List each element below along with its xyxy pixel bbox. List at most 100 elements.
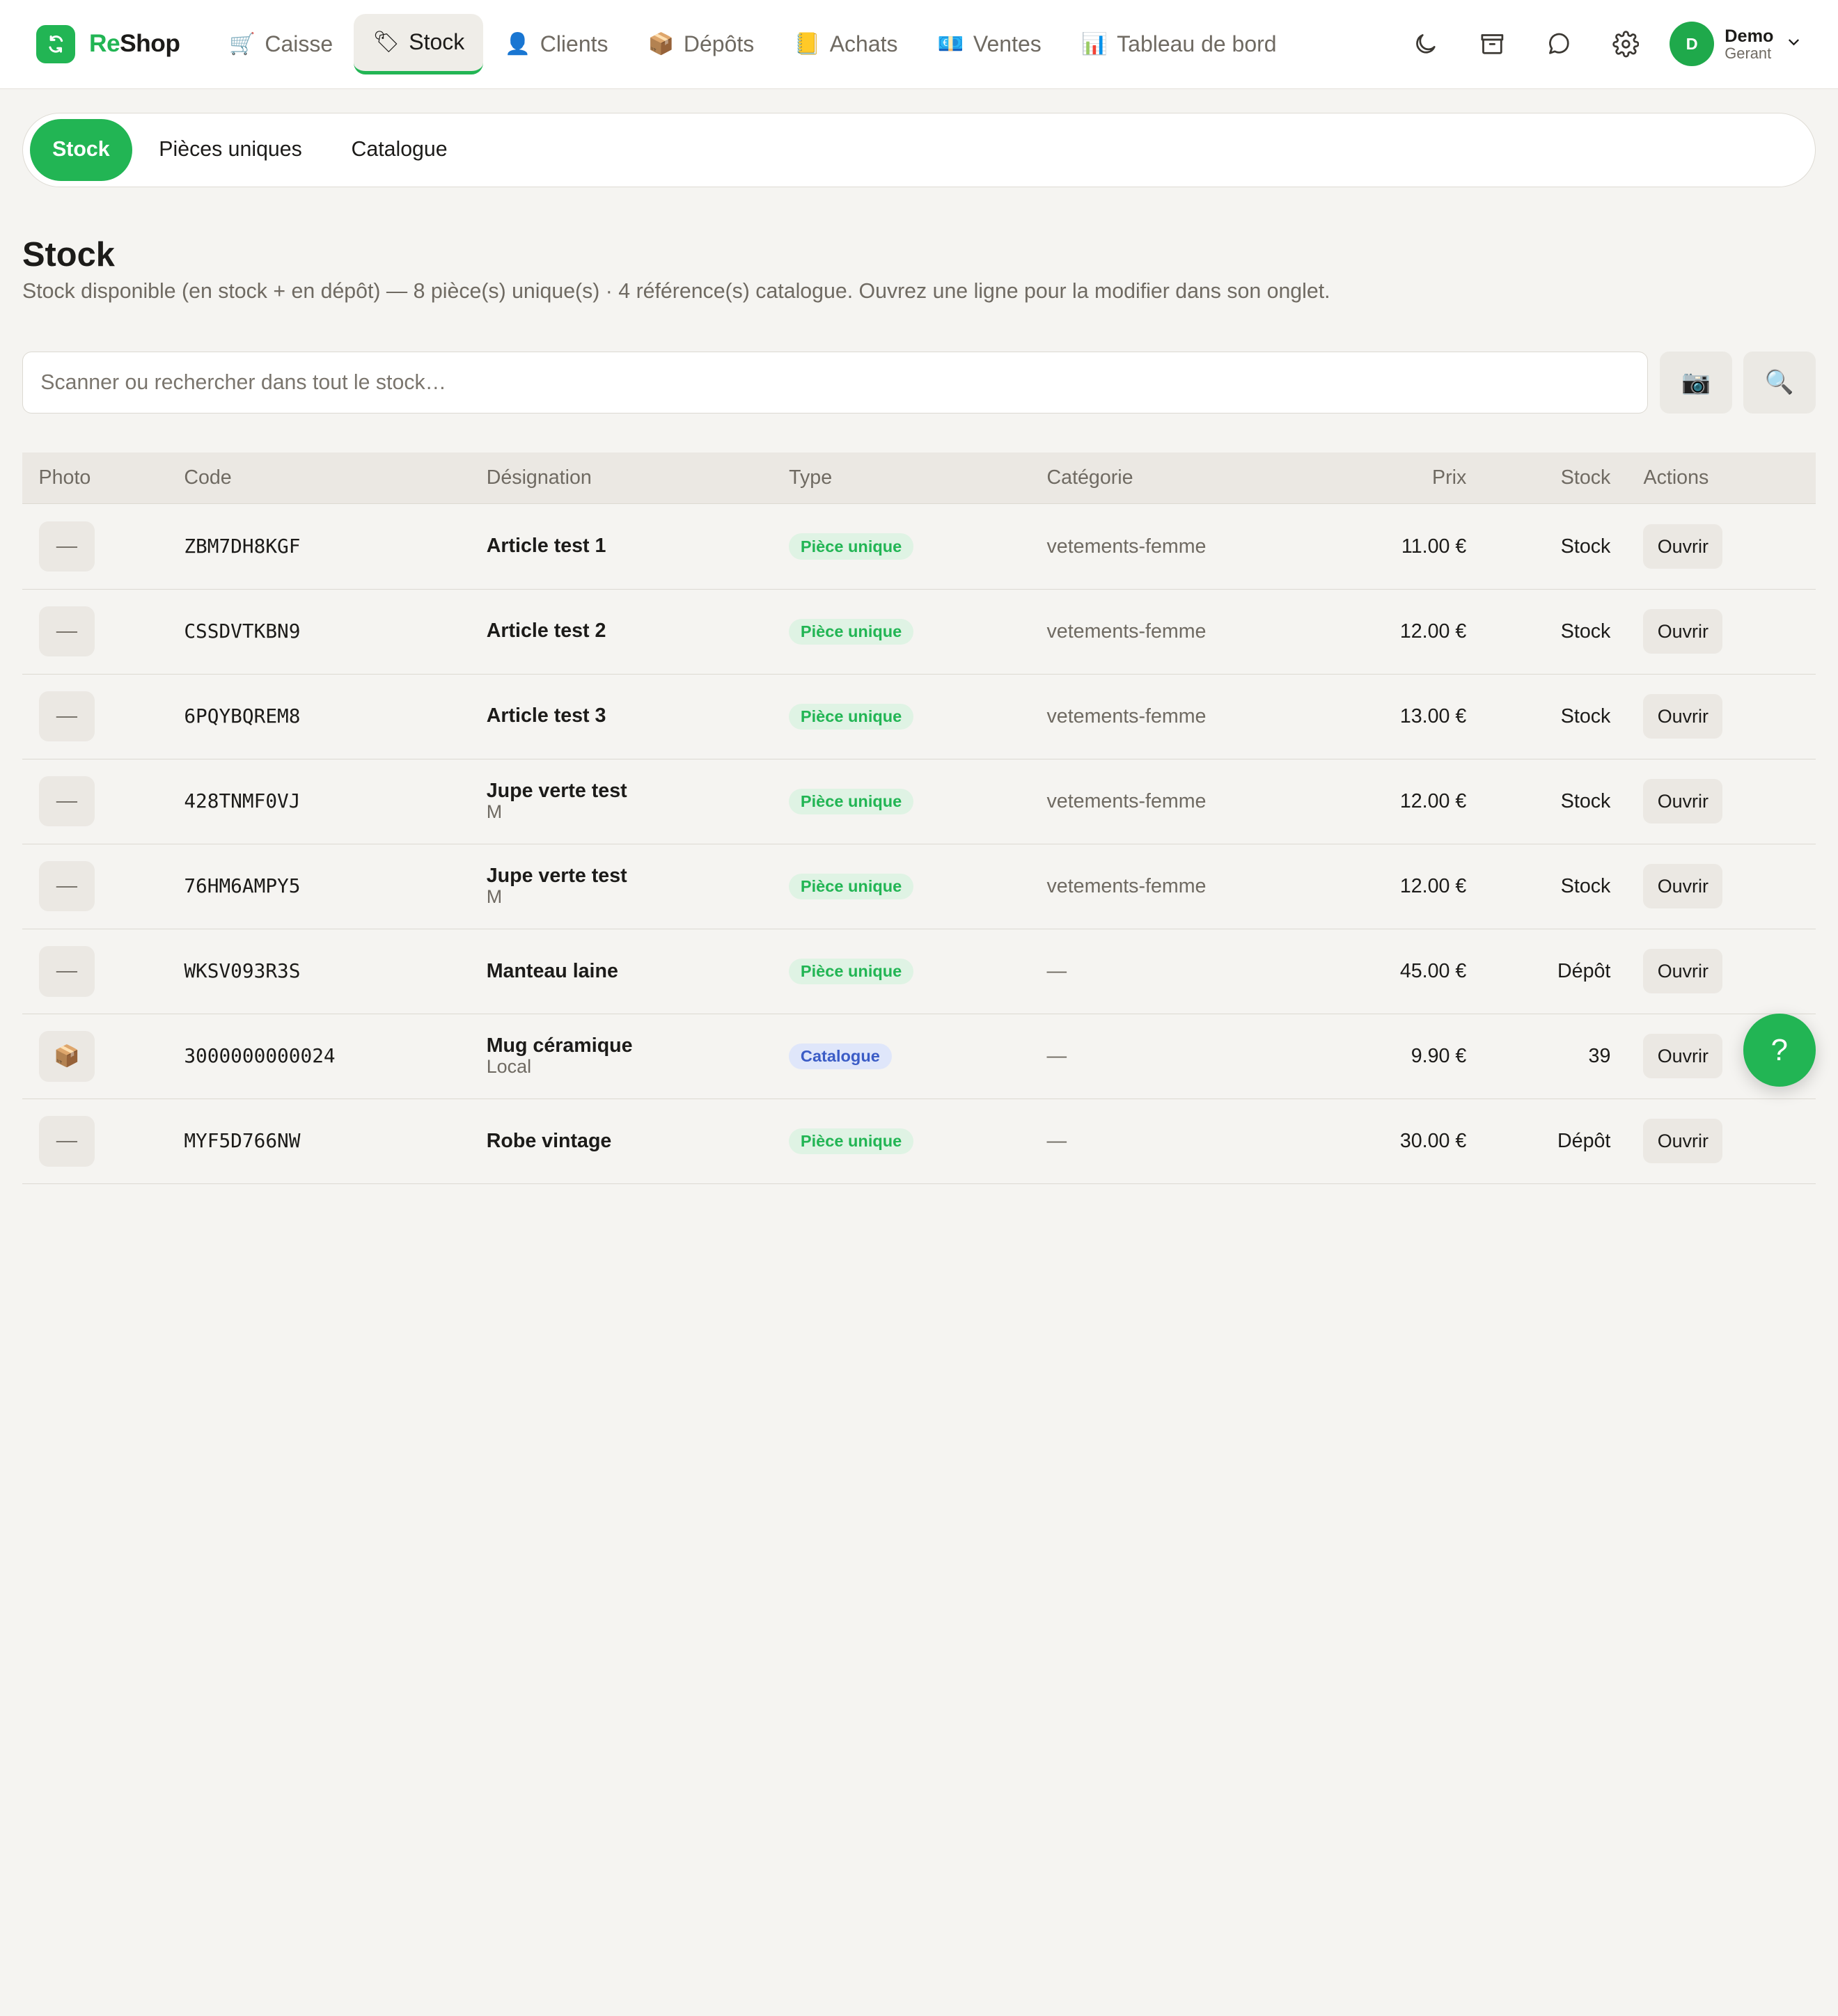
col-designation: Désignation (470, 452, 773, 505)
dark-mode-toggle[interactable] (1402, 22, 1448, 68)
designation-cell: Jupe verte test M (470, 844, 772, 929)
open-button[interactable]: Ouvrir (1643, 1119, 1723, 1164)
open-button[interactable]: Ouvrir (1643, 524, 1723, 569)
nav-item-tableau-de-bord[interactable]: 📊 Tableau de bord (1062, 14, 1295, 75)
search-input[interactable] (22, 352, 1649, 414)
type-badge: Catalogue (789, 1043, 892, 1069)
item-name: Article test 3 (486, 704, 606, 727)
cart-icon: 🛒 (229, 32, 256, 56)
open-button[interactable]: Ouvrir (1643, 864, 1723, 909)
item-name: Manteau laine (486, 959, 618, 982)
sub-tabs: Stock Pièces uniques Catalogue (22, 112, 1816, 188)
ledger-icon: 📒 (794, 32, 821, 56)
nav-item-ventes[interactable]: 💶 Ventes (919, 14, 1060, 75)
nav-item-caisse[interactable]: 🛒 Caisse (210, 14, 352, 75)
table-row[interactable]: — CSSDVTKBN9 Article test 2 Pièce unique vet… (22, 589, 1816, 675)
type-cell: Pièce unique (773, 504, 1030, 589)
price-cell: 45.00 € (1399, 959, 1467, 982)
category-cell: vetements-femme (1046, 620, 1207, 643)
col-price: Prix (1312, 452, 1483, 505)
table-header-row: Photo Code Désignation Type Catégorie Pr… (22, 452, 1816, 505)
table-row[interactable]: — 6PQYBQREM8 Article test 3 Pièce unique vet… (22, 674, 1816, 759)
reshop-logo-icon (36, 24, 75, 64)
type-badge: Pièce unique (789, 1128, 914, 1154)
designation-cell: Jupe verte test M (470, 759, 772, 844)
messages-button[interactable] (1536, 22, 1582, 68)
open-button[interactable]: Ouvrir (1643, 949, 1723, 994)
nav-item-depots[interactable]: 📦 Dépôts (629, 14, 773, 75)
item-name: Robe vintage (486, 1129, 612, 1152)
app-frame: ReShop 🛒 Caisse 🏷 Stock 👤 Clients 📦 Dépôts 📒… (0, 0, 1838, 1197)
subtab-pieces-uniques[interactable]: Pièces uniques (136, 119, 324, 181)
code-cell: CSSDVTKBN9 (168, 589, 470, 674)
no-photo-placeholder: — (38, 1116, 95, 1167)
nav-item-stock[interactable]: 🏷 Stock (354, 13, 484, 75)
table-row[interactable]: — ZBM7DH8KGF Article test 1 Pièce unique vet… (22, 504, 1816, 590)
photo-cell: 📦 (22, 1014, 168, 1098)
camera-scan-button[interactable]: 📷 (1660, 352, 1733, 414)
table-row[interactable]: 📦 3000000000024 Mug céramique Local Catalogu… (22, 1014, 1816, 1099)
no-photo-placeholder: — (38, 946, 95, 997)
stock-cell: Dépôt (1557, 959, 1611, 982)
category-cell: vetements-femme (1046, 704, 1207, 727)
nav-item-clients[interactable]: 👤 Clients (486, 14, 627, 75)
type-badge: Pièce unique (789, 788, 914, 814)
user-icon: 👤 (504, 32, 531, 56)
stock-cell: 39 (1588, 1044, 1611, 1067)
nav-item-achats[interactable]: 📒 Achats (776, 14, 917, 75)
type-cell: Pièce unique (773, 1098, 1030, 1183)
stock-cell: Stock (1560, 620, 1611, 643)
camera-icon: 📷 (1681, 370, 1711, 396)
brand[interactable]: ReShop (36, 24, 180, 64)
col-category: Catégorie (1030, 452, 1312, 505)
box-icon: 📦 (38, 1031, 95, 1082)
open-button[interactable]: Ouvrir (1643, 779, 1723, 824)
stock-cell: Stock (1560, 535, 1611, 558)
code-cell: 428TNMF0VJ (168, 759, 470, 844)
actions-cell: Ouvrir (1627, 504, 1816, 589)
table-row[interactable]: — WKSV093R3S Manteau laine Pièce unique — 45.… (22, 929, 1816, 1014)
nav-label: Ventes (973, 31, 1042, 56)
chevron-down-icon (1784, 33, 1803, 56)
store-button[interactable] (1469, 22, 1515, 68)
help-button[interactable]: ? (1743, 1014, 1816, 1087)
user-menu[interactable]: D Demo Gerant (1670, 22, 1803, 67)
no-photo-placeholder: — (38, 861, 95, 912)
code-cell: MYF5D766NW (168, 1098, 470, 1183)
brand-suffix: Shop (120, 30, 180, 58)
item-name: Article test 2 (486, 620, 606, 643)
settings-button[interactable] (1603, 22, 1649, 68)
no-photo-placeholder: — (38, 691, 95, 742)
subtab-stock[interactable]: Stock (30, 118, 132, 182)
item-code: CSSDVTKBN9 (184, 620, 301, 643)
table-row[interactable]: — 428TNMF0VJ Jupe verte test M Pièce unique v… (22, 759, 1816, 844)
photo-cell: — (22, 674, 168, 759)
type-badge: Pièce unique (789, 618, 914, 645)
search-button[interactable]: 🔍 (1743, 352, 1816, 414)
user-info: Demo Gerant (1725, 27, 1773, 61)
item-code: 76HM6AMPY5 (184, 874, 301, 898)
col-actions: Actions (1626, 452, 1816, 505)
code-cell: WKSV093R3S (168, 929, 470, 1014)
table-row[interactable]: — MYF5D766NW Robe vintage Pièce unique — 30.0… (22, 1098, 1816, 1184)
page-title: Stock (22, 236, 115, 274)
photo-cell: — (22, 759, 168, 844)
open-button[interactable]: Ouvrir (1643, 694, 1723, 739)
item-variant: M (486, 801, 503, 823)
table-row[interactable]: — 76HM6AMPY5 Jupe verte test M Pièce unique v… (22, 844, 1816, 929)
box-icon: 📦 (647, 32, 675, 56)
type-cell: Pièce unique (773, 844, 1030, 929)
designation-cell: Robe vintage (470, 1098, 772, 1183)
designation-cell: Article test 3 (470, 674, 772, 759)
price-cell: 11.00 € (1401, 535, 1467, 558)
subtab-catalogue[interactable]: Catalogue (329, 119, 469, 181)
price-cell: 12.00 € (1399, 620, 1467, 643)
open-button[interactable]: Ouvrir (1643, 609, 1723, 654)
euro-banknote-icon: 💶 (937, 32, 964, 56)
bar-chart-icon: 📊 (1081, 32, 1108, 56)
type-badge: Pièce unique (789, 703, 914, 730)
tag-icon: 🏷 (372, 31, 400, 54)
open-button[interactable]: Ouvrir (1643, 1034, 1723, 1079)
col-photo: Photo (22, 452, 168, 505)
no-photo-placeholder: — (38, 521, 95, 572)
